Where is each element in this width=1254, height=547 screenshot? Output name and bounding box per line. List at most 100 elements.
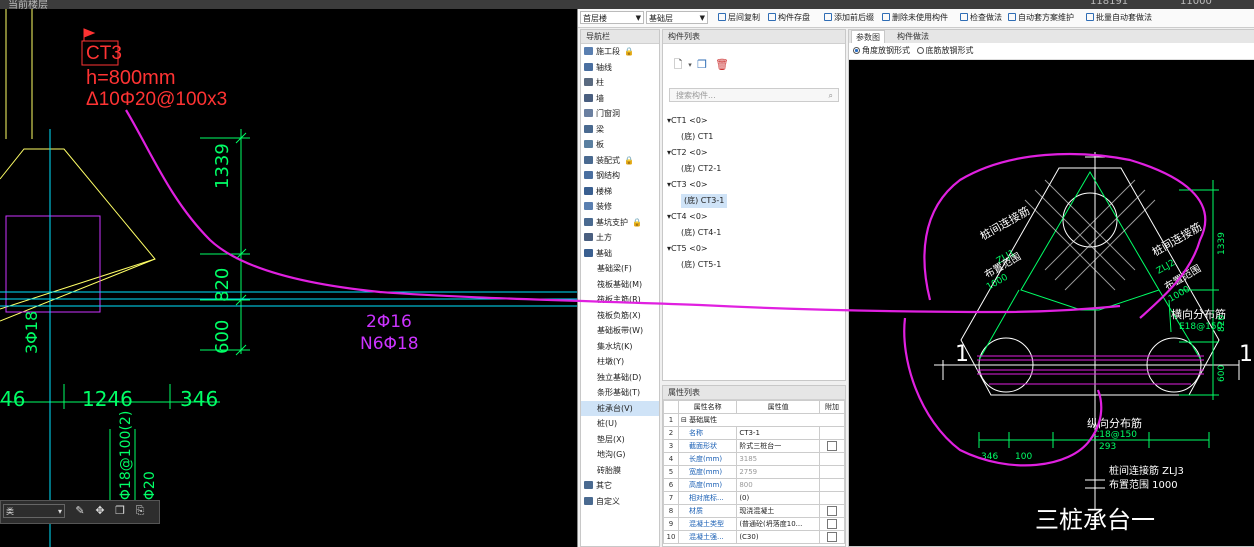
collapse-icon[interactable]: ⊟	[681, 416, 689, 424]
sidebar-subitem-1[interactable]: 筏板基础(M)	[581, 277, 659, 292]
radio-bottom-form[interactable]	[916, 47, 924, 54]
sidebar-subitem-10[interactable]: 桩(U)	[581, 416, 659, 431]
check-method-button[interactable]: 检查做法	[960, 12, 1002, 24]
radio-angle-form[interactable]	[853, 47, 860, 54]
property-value[interactable]: 3185	[736, 452, 820, 466]
property-list-panel: 属性列表 属性名称 属性值 附加 1 ⊟ 基础属性 2 名称 CT3-1 3 截面形状阶…	[662, 385, 846, 547]
auto-plan-button[interactable]: 自动套方案维护	[1008, 12, 1074, 24]
radio-angle-form-label: 角度放钢形式	[862, 46, 910, 55]
sidebar-item-6[interactable]: 板	[581, 137, 659, 152]
cad-rebar-n6: N6Φ18	[360, 334, 419, 354]
sidebar-item-3[interactable]: 墙	[581, 91, 659, 106]
attach-checkbox[interactable]	[827, 518, 837, 529]
property-value[interactable]: (C30)	[736, 530, 820, 544]
property-row[interactable]: 9 混凝土类型 (普通砼(坍落度10...	[663, 517, 845, 531]
paste-icon[interactable]: ⎘	[133, 503, 147, 519]
tree-item-4[interactable]: (底) CT5-1	[681, 258, 721, 272]
sidebar-item-5[interactable]: 梁	[581, 122, 659, 137]
component-search-input[interactable]: 搜索构件... ⌕	[669, 88, 839, 102]
sidebar-subitem-11[interactable]: 垫层(X)	[581, 432, 659, 447]
tree-group-0[interactable]: ▾CT1 <0>	[667, 114, 708, 128]
save-component-button[interactable]: 构件存盘	[768, 12, 810, 24]
cad-type-combo[interactable]: 类 ▾	[3, 504, 65, 518]
sidebar-item-13[interactable]: 基础	[581, 246, 659, 261]
property-value[interactable]: 阶式三桩台一	[736, 439, 820, 453]
tab-parameter-diagram[interactable]: 参数图	[851, 30, 885, 44]
property-name: 宽度(mm)	[677, 465, 738, 479]
property-value[interactable]: 现浇混凝土	[736, 504, 820, 518]
sidebar-item-12[interactable]: 土方	[581, 230, 659, 245]
batch-auto-button[interactable]: 批量自动套做法	[1086, 12, 1152, 24]
sidebar-subitem-6[interactable]: 柱墩(Y)	[581, 354, 659, 369]
component-list-panel: 构件列表 🗋 ▾ ❐ 🗑 搜索构件... ⌕ ▾CT1 <0> (底) CT1 ▾CT…	[662, 29, 846, 381]
sidebar-bottom-item-0[interactable]: 其它	[581, 478, 659, 493]
sidebar-item-7[interactable]: 装配式 🔒	[581, 153, 659, 168]
property-row[interactable]: 6 高度(mm) 800	[663, 478, 845, 492]
sidebar-item-label: 墙	[596, 93, 604, 103]
cad-drawing-canvas[interactable]: CT3 h=800mm Δ10Φ20@100x3 1339 820 600 46…	[0, 9, 577, 547]
floor-select[interactable]: 首层楼 ▼	[580, 11, 644, 24]
delete-component-icon[interactable]: 🗑	[715, 58, 729, 72]
sidebar-subitem-12[interactable]: 地沟(G)	[581, 447, 659, 462]
attach-checkbox[interactable]	[827, 440, 837, 451]
delete-unused-button[interactable]: 删除未使用构件	[882, 12, 948, 24]
property-value[interactable]: 800	[736, 478, 820, 492]
property-attach-cell	[819, 491, 845, 505]
sidebar-item-2[interactable]: 柱	[581, 75, 659, 90]
tree-group-2[interactable]: ▾CT3 <0>	[667, 178, 708, 192]
property-value[interactable]: CT3-1	[736, 426, 820, 440]
check-method-label: 检查做法	[970, 13, 1002, 22]
tree-group-1[interactable]: ▾CT2 <0>	[667, 146, 708, 160]
sidebar-subitem-13[interactable]: 砖胎膜	[581, 463, 659, 478]
tree-item-1[interactable]: (底) CT2-1	[681, 162, 721, 176]
property-value[interactable]: 2759	[736, 465, 820, 479]
property-row[interactable]: 3 截面形状 阶式三桩台一	[663, 439, 845, 453]
add-prefix-suffix-button[interactable]: 添加前后缀	[824, 12, 874, 24]
sidebar-subitem-0[interactable]: 基础梁(F)	[581, 261, 659, 276]
sidebar-item-label: 装修	[596, 202, 612, 211]
sidebar-item-1[interactable]: 轴线	[581, 60, 659, 75]
sidebar-subitem-4[interactable]: 基础板带(W)	[581, 323, 659, 338]
copy-icon[interactable]: ❐	[113, 503, 127, 519]
property-value[interactable]: (普通砼(坍落度10...	[736, 517, 820, 531]
copy-component-icon[interactable]: ❐	[695, 58, 709, 72]
tree-group-3[interactable]: ▾CT4 <0>	[667, 210, 708, 224]
auto-plan-icon	[1008, 13, 1016, 21]
sidebar-subitem-5[interactable]: 集水坑(K)	[581, 339, 659, 354]
tree-item-2[interactable]: (底) CT3-1	[681, 194, 728, 208]
cad-dim-left: 46	[0, 387, 26, 411]
door-window-icon	[584, 109, 593, 117]
sidebar-item-4[interactable]: 门窗洞	[581, 106, 659, 121]
sidebar-subitem-8[interactable]: 条形基础(T)	[581, 385, 659, 400]
tree-group-4[interactable]: ▾CT5 <0>	[667, 242, 708, 256]
attach-checkbox[interactable]	[827, 531, 837, 542]
copy-floor-button[interactable]: 层间复制	[718, 12, 760, 24]
sidebar-bottom-item-1[interactable]: 自定义	[581, 494, 659, 509]
property-row[interactable]: 2 名称 CT3-1	[663, 426, 845, 440]
move-icon[interactable]: ✥	[93, 503, 107, 519]
sidebar-subitem-9[interactable]: 桩承台(V)	[581, 400, 659, 416]
sidebar-subitem-2[interactable]: 筏板主筋(R)	[581, 292, 659, 307]
batch-auto-icon	[1086, 13, 1094, 21]
property-row[interactable]: 10 混凝土强... (C30)	[663, 530, 845, 544]
edit-icon[interactable]: ✎	[73, 503, 87, 519]
sidebar-item-11[interactable]: 基坑支护 🔒	[581, 215, 659, 230]
tab-component-method[interactable]: 构件做法	[893, 30, 933, 43]
sidebar-item-0[interactable]: 施工段 🔒	[581, 44, 659, 59]
property-value[interactable]: (0)	[736, 491, 820, 505]
tree-item-0[interactable]: (底) CT1	[681, 130, 713, 144]
layer-select[interactable]: 基础层 ▼	[646, 11, 708, 24]
tree-item-3[interactable]: (底) CT4-1	[681, 226, 721, 240]
property-row[interactable]: 4 长度(mm) 3185	[663, 452, 845, 466]
diag-dim-600: 600	[1217, 364, 1227, 382]
property-group-row[interactable]: 1 ⊟ 基础属性	[663, 413, 845, 427]
sidebar-item-10[interactable]: 装修	[581, 199, 659, 214]
property-row[interactable]: 8 材质 现浇混凝土	[663, 504, 845, 518]
property-row[interactable]: 7 相对底标... (0)	[663, 491, 845, 505]
sidebar-item-8[interactable]: 钢结构	[581, 168, 659, 183]
attach-checkbox[interactable]	[827, 505, 837, 516]
sidebar-subitem-7[interactable]: 独立基础(D)	[581, 370, 659, 385]
sidebar-subitem-3[interactable]: 筏板负筋(X)	[581, 308, 659, 323]
property-row[interactable]: 5 宽度(mm) 2759	[663, 465, 845, 479]
sidebar-item-9[interactable]: 楼梯	[581, 184, 659, 199]
